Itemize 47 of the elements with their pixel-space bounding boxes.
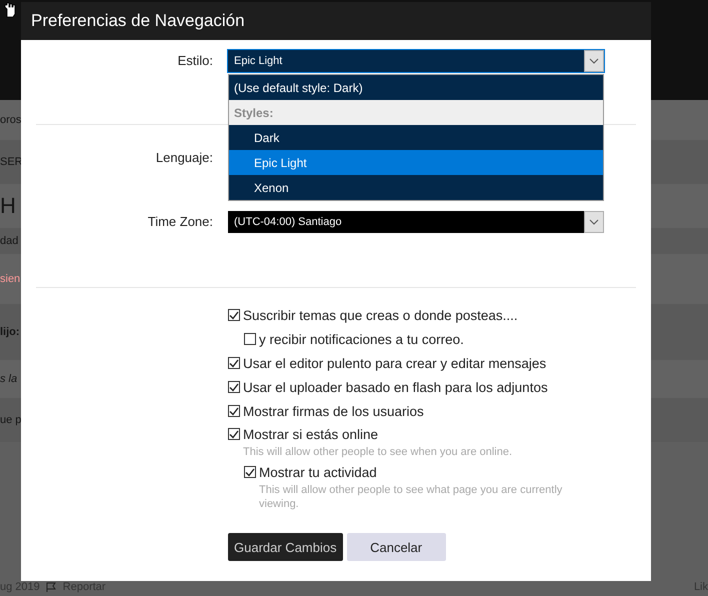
option-label: Usar el uploader basado en flash para los adjuntos — [243, 380, 548, 394]
chevron-down-icon — [589, 58, 599, 64]
option-label: Suscribir temas que creas o donde posteas.... — [243, 308, 518, 322]
option-checkbox[interactable]: Mostrar si estás online — [228, 423, 636, 445]
background-text: oros — [0, 114, 22, 126]
dialog-title: Preferencias de Navegación — [21, 2, 651, 40]
background-text: SER — [0, 156, 23, 168]
background-text: ue p — [0, 414, 22, 426]
timezone-select[interactable]: (UTC-04:00) Santiago — [228, 211, 604, 233]
option-label: y recibir notificaciones a tu correo. — [259, 332, 464, 346]
field-label: Estilo: — [176, 52, 214, 70]
option-checkbox[interactable]: y recibir notificaciones a tu correo. — [244, 327, 636, 351]
field-label: Lenguaje: — [154, 150, 214, 164]
dropdown-option[interactable]: (Use default style: Dark) — [229, 75, 603, 100]
option-label: Usar el editor pulento para crear y editar mensajes — [243, 356, 546, 370]
dropdown-option[interactable]: Epic Light — [229, 150, 603, 175]
save-button[interactable]: Guardar Cambios — [228, 533, 343, 561]
chevron-down-icon — [589, 219, 599, 225]
option-label: Mostrar firmas de los usuarios — [243, 404, 424, 418]
checkbox[interactable] — [244, 333, 256, 345]
option-checkbox[interactable]: Mostrar firmas de los usuarios — [228, 399, 636, 423]
dropdown-option[interactable]: Xenon — [229, 175, 603, 200]
checkbox[interactable] — [228, 357, 240, 369]
checkbox[interactable] — [244, 466, 256, 478]
option-label: Mostrar tu actividad — [259, 464, 377, 480]
dropdown-option[interactable]: Dark — [229, 125, 603, 150]
checkbox[interactable] — [228, 428, 240, 440]
option-checkbox[interactable]: Suscribir temas que creas o donde posteas.... — [228, 303, 636, 327]
option-group-header: Styles: — [229, 100, 603, 125]
checkbox[interactable] — [228, 381, 240, 393]
option-label: Mostrar si estás online — [243, 426, 378, 442]
background-text: dad — [0, 235, 18, 247]
field-label: Time Zone: — [146, 213, 214, 231]
option-hint: This will allow other people to see what page you are currently viewing. — [258, 483, 564, 511]
cancel-button[interactable]: Cancelar — [346, 533, 446, 561]
checkbox[interactable] — [228, 309, 240, 321]
option-checkbox[interactable]: Mostrar tu actividad — [244, 461, 636, 483]
hand-cursor-icon — [3, 2, 17, 18]
option-checkbox[interactable]: Usar el editor pulento para crear y editar mensajes — [228, 351, 636, 375]
checkbox[interactable] — [228, 405, 240, 417]
background-text: lijo: — [0, 326, 20, 338]
option-checkbox[interactable]: Usar el uploader basado en flash para los adjuntos — [228, 375, 636, 399]
background-text: s la — [0, 373, 18, 385]
option-hint: This will allow other people to see when you are online. — [242, 445, 514, 459]
background-text: sien — [0, 273, 20, 285]
background-text: H — [0, 193, 16, 219]
flag-icon — [46, 582, 57, 592]
